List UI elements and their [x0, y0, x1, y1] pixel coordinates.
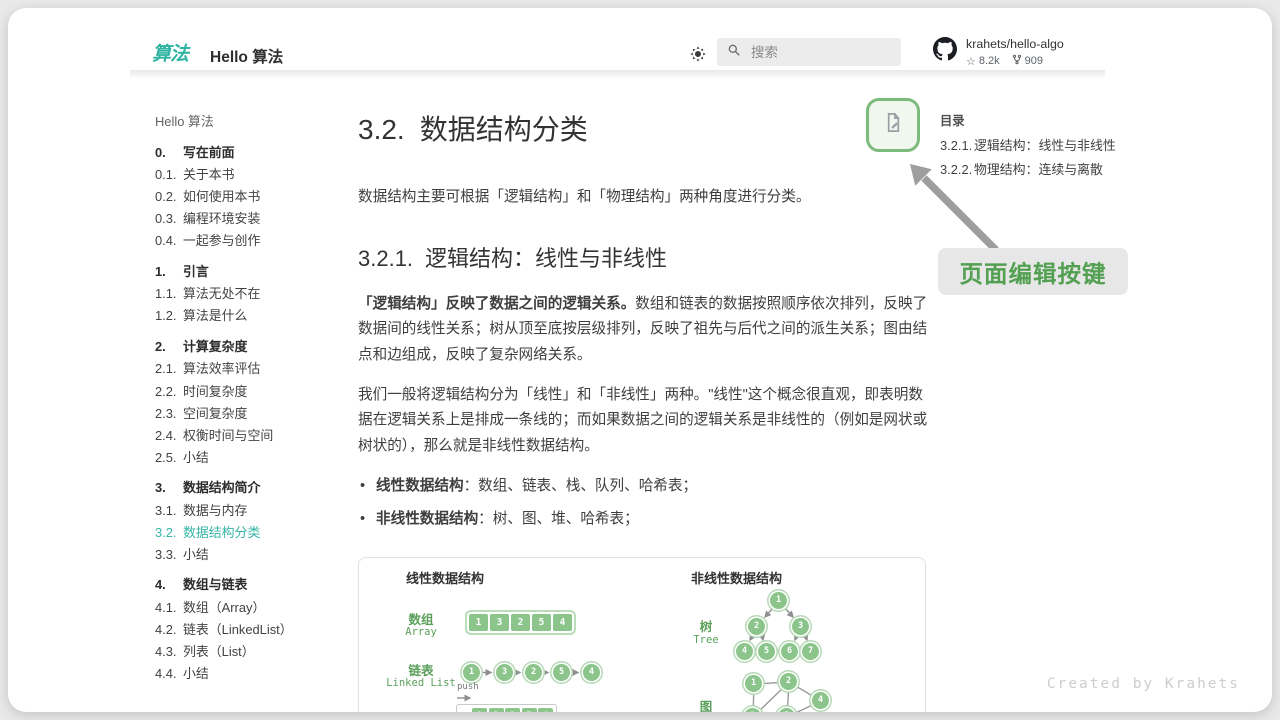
sidebar-item-3-1[interactable]: 3.1.数据与内存 — [155, 504, 351, 518]
push-label: push — [457, 682, 479, 692]
site-logo[interactable]: 算法 — [152, 39, 200, 66]
intro-paragraph: 数据结构主要可根据「逻辑结构」和「物理结构」两种角度进行分类。 — [358, 185, 930, 211]
stack-label-cn: 栈 — [379, 708, 463, 712]
github-repo-link[interactable]: krahets/hello-algo ☆ 8.2k 909 — [933, 37, 1064, 68]
structure-list: 线性数据结构：数组、链表、栈、队列、哈希表； 非线性数据结构：树、图、堆、哈希表… — [358, 475, 930, 532]
figure-heading-linear: 线性数据结构 — [406, 568, 484, 587]
sidebar-item-2-2[interactable]: 2.2.时间复杂度 — [155, 385, 351, 399]
fork-icon — [1012, 54, 1022, 68]
repo-name: krahets/hello-algo — [966, 37, 1064, 51]
figure-heading-nonlinear: 非线性数据结构 — [691, 568, 782, 587]
search-input[interactable] — [749, 44, 893, 61]
github-icon — [933, 37, 957, 66]
sidebar-section-4[interactable]: 4.数组与链表 — [155, 578, 351, 592]
page-card: 算法 Hello 算法 krahets/hello-algo ☆ 8.2k — [8, 8, 1272, 712]
article: 3.2.数据结构分类 数据结构主要可根据「逻辑结构」和「物理结构」两种角度进行分… — [358, 108, 930, 712]
edit-page-icon — [882, 111, 905, 139]
sidebar-item-1-2[interactable]: 1.2.算法是什么 — [155, 309, 351, 323]
section-heading: 3.2.1.逻辑结构：线性与非线性 — [358, 241, 930, 273]
toc-item-322[interactable]: 3.2.2.物理结构：连续与离散 — [940, 163, 1130, 177]
footer-credit: Created by Krahets — [1047, 676, 1240, 692]
list-item: 非线性数据结构：树、图、堆、哈希表； — [358, 508, 930, 531]
sidebar-item-4-3[interactable]: 4.3.列表（List） — [155, 645, 351, 659]
sidebar-section-1[interactable]: 1.引言 — [155, 265, 351, 279]
sidebar-section-3[interactable]: 3.数据结构简介 — [155, 481, 351, 495]
sidebar-item-0-1[interactable]: 0.1.关于本书 — [155, 168, 351, 182]
sidebar-item-0-4[interactable]: 0.4.一起参与创作 — [155, 234, 351, 248]
sidebar-item-4-4[interactable]: 4.4.小结 — [155, 667, 351, 681]
sidebar-item-2-1[interactable]: 2.1.算法效率评估 — [155, 362, 351, 376]
sidebar-item-2-3[interactable]: 2.3.空间复杂度 — [155, 407, 351, 421]
page-title: 3.2.数据结构分类 — [358, 108, 930, 148]
sidebar-item-4-2[interactable]: 4.2.链表（LinkedList） — [155, 623, 351, 637]
theme-toggle-icon[interactable] — [689, 45, 707, 63]
tree-label-cn: 树 — [669, 616, 743, 635]
graph-label-cn: 图 — [669, 696, 743, 712]
array-cells: 1 3 2 5 4 — [465, 610, 576, 635]
sidebar-section-2[interactable]: 2.计算复杂度 — [155, 340, 351, 354]
list-item: 线性数据结构：数组、链表、栈、队列、哈希表； — [358, 475, 930, 498]
toc-title: 目录 — [940, 115, 1130, 128]
sidebar-item-2-5[interactable]: 2.5.小结 — [155, 451, 351, 465]
sidebar-section-0[interactable]: 0.写在前面 — [155, 146, 351, 160]
edit-page-button[interactable] — [866, 98, 920, 152]
sidebar-site-title: Hello 算法 — [155, 115, 351, 129]
annotation-label: 页面编辑按键 — [938, 248, 1128, 295]
search-icon — [727, 43, 741, 62]
header-shadow-divider — [130, 70, 1105, 79]
search-box[interactable] — [717, 38, 901, 66]
sidebar-item-2-4[interactable]: 2.4.权衡时间与空间 — [155, 429, 351, 443]
sidebar-item-3-3[interactable]: 3.3.小结 — [155, 548, 351, 562]
data-structure-figure: 线性数据结构 非线性数据结构 数组 Array 1 3 2 5 4 链表 Lin… — [358, 557, 926, 712]
linear-nonlinear-paragraph: 我们一般将逻辑结构分为「线性」和「非线性」两种。"线性"这个概念很直观，即表明数… — [358, 383, 930, 460]
fork-count: 909 — [1025, 55, 1043, 67]
site-title[interactable]: Hello 算法 — [210, 45, 283, 67]
stack-cells: 1 3 2 5 4 — [456, 704, 557, 712]
sidebar-item-0-2[interactable]: 0.2.如何使用本书 — [155, 190, 351, 204]
sidebar-item-3-2-active[interactable]: 3.2.数据结构分类 — [155, 526, 351, 540]
sidebar-item-0-3[interactable]: 0.3.编程环境安装 — [155, 212, 351, 226]
sidebar-item-4-1[interactable]: 4.1.数组（Array） — [155, 601, 351, 615]
tree-label-en: Tree — [669, 634, 743, 646]
logic-structure-paragraph: 「逻辑结构」反映了数据之间的逻辑关系。数组和链表的数据按照顺序依次排列，反映了数… — [358, 292, 930, 369]
star-count: 8.2k — [979, 55, 1000, 67]
toc-panel: 目录 3.2.1.逻辑结构：线性与非线性 3.2.2.物理结构：连续与离散 — [940, 115, 1130, 177]
array-label-en: Array — [379, 626, 463, 638]
toc-item-321[interactable]: 3.2.1.逻辑结构：线性与非线性 — [940, 139, 1130, 153]
sidebar-item-1-1[interactable]: 1.1.算法无处不在 — [155, 287, 351, 301]
sidebar-nav: Hello 算法 0.写在前面 0.1.关于本书 0.2.如何使用本书 0.3.… — [155, 115, 351, 689]
star-icon: ☆ — [966, 55, 976, 68]
